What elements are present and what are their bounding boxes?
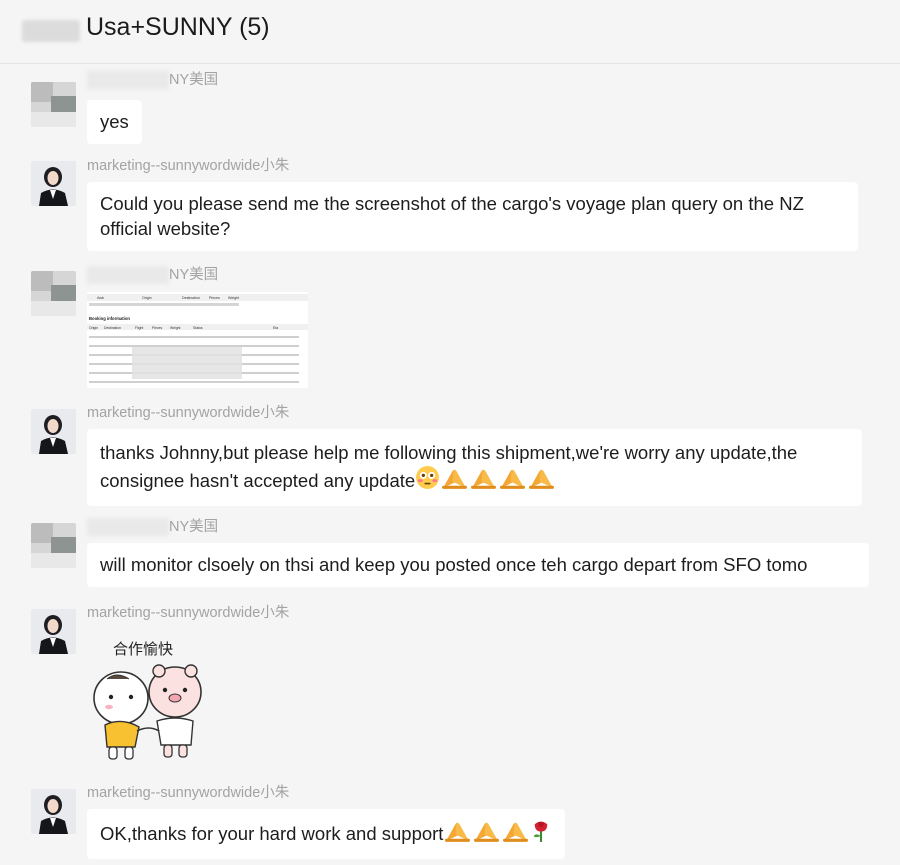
img-col1: Awb <box>97 296 104 300</box>
message-bubble[interactable]: Could you please send me the screenshot … <box>87 182 858 251</box>
back-button[interactable] <box>22 20 80 42</box>
img-col2: Origin <box>142 296 152 300</box>
folded-hands-emoji <box>501 818 530 849</box>
sender-name: marketing--sunnywordwide小朱 <box>87 605 290 621</box>
img-col5: Weight <box>228 296 239 300</box>
folded-hands-emoji <box>472 818 501 849</box>
avatar-usa[interactable] <box>31 271 76 316</box>
folded-hands-emoji <box>469 465 498 496</box>
flushed-face-emoji <box>415 465 440 496</box>
message-bubble[interactable]: OK,thanks for your hard work and support <box>87 809 566 859</box>
avatar-marketing[interactable] <box>31 161 76 206</box>
folded-hands-emoji <box>527 465 556 496</box>
folded-hands-emoji <box>440 465 469 496</box>
message-text: will monitor clsoely on thsi and keep yo… <box>100 554 808 575</box>
message-text: Could you please send me the screenshot … <box>100 193 804 239</box>
avatar-usa[interactable] <box>31 82 76 127</box>
avatar-usa[interactable] <box>31 523 76 568</box>
img-section: Booking information <box>89 316 130 321</box>
img-col3: Destination <box>182 296 200 300</box>
img-colb-4: Weight <box>170 326 181 330</box>
img-colb-3: Pieces <box>152 326 162 330</box>
img-colb-2: Flight <box>135 326 143 330</box>
img-col4: Pieces <box>209 296 220 300</box>
avatar-marketing[interactable] <box>31 609 76 654</box>
img-colb-6: Eta <box>273 326 278 330</box>
chat-header: Usa+SUNNY (5) <box>0 0 900 64</box>
img-colb-5: Status <box>193 326 203 330</box>
sender-name: NY美国 <box>169 267 219 283</box>
message-bubble[interactable]: will monitor clsoely on thsi and keep yo… <box>87 543 869 587</box>
img-colb-0: Origin <box>89 326 98 330</box>
folded-hands-emoji <box>498 465 527 496</box>
shared-image[interactable]: Awb Origin Destination Pieces Weight Boo… <box>87 292 308 388</box>
message-text: OK,thanks for your hard work and support <box>100 823 444 844</box>
sticker[interactable]: 合作愉快 <box>87 635 217 770</box>
avatar-marketing[interactable] <box>31 789 76 834</box>
message-text: yes <box>100 111 129 132</box>
sender-name: marketing--sunnywordwide小朱 <box>87 158 290 174</box>
rose-emoji <box>530 818 552 849</box>
sender-mask <box>87 518 169 536</box>
sticker-caption: 合作愉快 <box>113 640 173 658</box>
sender-mask <box>87 71 169 89</box>
sender-name: marketing--sunnywordwide小朱 <box>87 405 290 421</box>
sender-mask <box>87 266 169 284</box>
message-bubble[interactable]: thanks Johnny,but please help me followi… <box>87 429 862 506</box>
folded-hands-emoji <box>443 818 472 849</box>
chat-title: Usa+SUNNY (5) <box>86 13 270 41</box>
message-bubble[interactable]: yes <box>87 100 142 144</box>
sender-name: NY美国 <box>169 519 219 535</box>
img-colb-1: Destination <box>104 326 121 330</box>
sender-name: NY美国 <box>169 72 219 88</box>
avatar-marketing[interactable] <box>31 409 76 454</box>
sender-name: marketing--sunnywordwide小朱 <box>87 785 290 801</box>
